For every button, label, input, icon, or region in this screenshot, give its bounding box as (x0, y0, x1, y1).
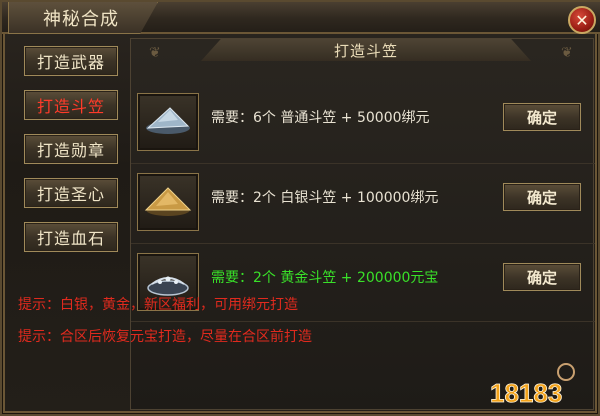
divider (131, 321, 595, 322)
gold-hat-icon (144, 187, 192, 216)
watermark-logo: 18183 (488, 358, 590, 410)
requirement-text: 需要：6个 普通斗笠 + 50000绑元 (211, 110, 430, 126)
synthesis-window: 神秘合成 ✕ 打造武器 打造斗笠 打造勋章 打造圣心 打造血石 ❦ ❦ 打造斗笠… (0, 0, 600, 416)
sidebar-item-holy-heart[interactable]: 打造圣心 (24, 178, 118, 208)
divider (131, 243, 595, 244)
ornament-left-icon: ❦ (149, 45, 161, 61)
title-bar: 神秘合成 ✕ (2, 2, 600, 34)
confirm-button[interactable]: 确定 (503, 183, 581, 211)
item-slot[interactable] (137, 173, 199, 231)
svg-text:18183: 18183 (490, 378, 562, 408)
sidebar: 打造武器 打造斗笠 打造勋章 打造圣心 打造血石 (16, 42, 126, 262)
silver-hat-icon (146, 107, 190, 134)
sidebar-item-weapon[interactable]: 打造武器 (24, 46, 118, 76)
content-panel: ❦ ❦ 打造斗笠 需要：6个 普通斗笠 + 50000绑元 确定 需要：2个 白… (130, 38, 595, 410)
sidebar-item-hat[interactable]: 打造斗笠 (24, 90, 118, 120)
tip-text: 提示：白银，黄金，新区福利，可用绑元打造 (18, 297, 298, 313)
requirement-text: 需要：2个 黄金斗笠 + 200000元宝 (211, 270, 439, 286)
recipe-row: 需要：6个 普通斗笠 + 50000绑元 确定 (131, 85, 595, 151)
item-slot[interactable] (137, 93, 199, 151)
window-title: 神秘合成 (8, 2, 158, 34)
recipe-row: 需要：2个 白银斗笠 + 100000绑元 确定 (131, 165, 595, 231)
ornament-right-icon: ❦ (561, 45, 573, 61)
requirement-text: 需要：2个 白银斗笠 + 100000绑元 (211, 190, 439, 206)
confirm-button[interactable]: 确定 (503, 103, 581, 131)
close-button[interactable]: ✕ (568, 6, 596, 34)
sidebar-item-blood-stone[interactable]: 打造血石 (24, 222, 118, 252)
confirm-button[interactable]: 确定 (503, 263, 581, 291)
tip-text: 提示：合区后恢复元宝打造，尽量在合区前打造 (18, 329, 312, 345)
divider (131, 163, 595, 164)
close-icon: ✕ (575, 10, 589, 30)
sidebar-item-medal[interactable]: 打造勋章 (24, 134, 118, 164)
content-header: 打造斗笠 (201, 39, 531, 61)
